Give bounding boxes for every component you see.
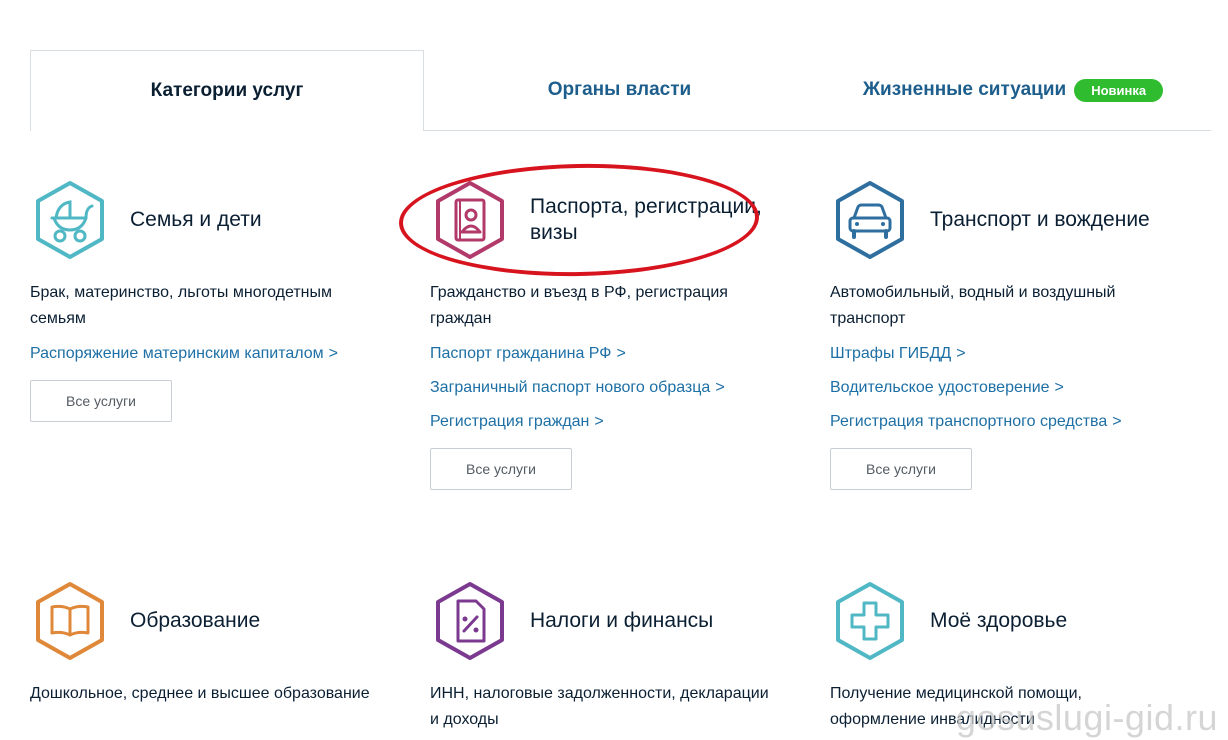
link-label: Регистрация граждан bbox=[430, 413, 590, 430]
card-title-taxes[interactable]: Налоги и финансы bbox=[530, 581, 790, 661]
tab-authorities-label: Органы власти bbox=[547, 79, 692, 100]
chevron-right-icon: > bbox=[616, 345, 626, 362]
all-services-button[interactable]: Все услуги bbox=[30, 380, 172, 422]
all-services-button[interactable]: Все услуги bbox=[430, 448, 572, 490]
link-foreign-passport[interactable]: Заграничный паспорт нового образца > bbox=[430, 378, 790, 398]
medical-cross-icon[interactable] bbox=[830, 581, 910, 661]
link-label: Паспорт гражданина РФ bbox=[430, 345, 612, 362]
chevron-right-icon: > bbox=[328, 345, 339, 362]
car-icon[interactable] bbox=[830, 180, 910, 260]
card-title-transport[interactable]: Транспорт и вождение bbox=[930, 180, 1190, 260]
all-services-button[interactable]: Все услуги bbox=[830, 448, 972, 490]
category-card-family: Семья и дети Брак, материнство, льготы м… bbox=[30, 180, 390, 422]
card-title-family[interactable]: Семья и дети bbox=[130, 180, 390, 260]
tab-life-situations-label: Жизненные ситуации bbox=[862, 79, 1067, 100]
tab-categories-label: Категории услуг bbox=[150, 80, 304, 101]
tab-categories[interactable]: Категории услуг bbox=[30, 50, 424, 131]
card-description: Брак, материнство, льготы многодетным се… bbox=[30, 284, 332, 327]
link-vehicle-registration[interactable]: Регистрация транспортного средства > bbox=[830, 412, 1190, 432]
link-label: Водительское удостоверение bbox=[830, 379, 1050, 396]
chevron-right-icon: > bbox=[956, 345, 966, 362]
stroller-icon[interactable] bbox=[30, 180, 110, 260]
chevron-right-icon: > bbox=[594, 413, 604, 430]
link-label: Регистрация транспортного средства bbox=[830, 413, 1108, 430]
category-card-education: Образование Дошкольное, среднее и высшее… bbox=[30, 581, 390, 707]
card-title-education[interactable]: Образование bbox=[130, 581, 390, 661]
tax-document-icon[interactable] bbox=[430, 581, 510, 661]
category-tabs: Категории услуг Органы власти Жизненные … bbox=[30, 50, 1211, 131]
link-label: Распоряжение материнским капиталом bbox=[30, 345, 324, 362]
link-drivers-license[interactable]: Водительское удостоверение > bbox=[830, 378, 1190, 398]
chevron-right-icon: > bbox=[715, 379, 725, 396]
tab-life-situations[interactable]: Жизненные ситуации Новинка bbox=[815, 50, 1211, 130]
card-description: Дошкольное, среднее и высшее образование bbox=[30, 685, 370, 702]
link-label: Штрафы ГИБДД bbox=[830, 345, 952, 362]
category-card-transport: Транспорт и вождение Автомобильный, водн… bbox=[830, 180, 1190, 490]
book-icon[interactable] bbox=[30, 581, 110, 661]
category-card-taxes: Налоги и финансы ИНН, налоговые задолжен… bbox=[430, 581, 790, 733]
card-description: ИНН, налоговые задолженности, декларации… bbox=[430, 685, 769, 728]
link-traffic-fines[interactable]: Штрафы ГИБДД > bbox=[830, 344, 1190, 364]
watermark: gosuslugi-gid.ru bbox=[955, 697, 1218, 738]
tab-authorities[interactable]: Органы власти bbox=[424, 50, 815, 130]
link-citizen-registration[interactable]: Регистрация граждан > bbox=[430, 412, 790, 432]
link-rf-passport[interactable]: Паспорт гражданина РФ > bbox=[430, 344, 790, 364]
tabs-divider bbox=[423, 130, 1211, 131]
link-label: Заграничный паспорт нового образца bbox=[430, 379, 711, 396]
chevron-right-icon: > bbox=[1112, 413, 1122, 430]
card-title-health[interactable]: Моё здоровье bbox=[930, 581, 1190, 661]
chevron-right-icon: > bbox=[1054, 379, 1064, 396]
new-badge: Новинка bbox=[1074, 78, 1164, 102]
card-description: Автомобильный, водный и воздушный трансп… bbox=[830, 284, 1116, 327]
card-description: Гражданство и въезд в РФ, регистрация гр… bbox=[430, 284, 728, 327]
link-maternity-capital[interactable]: Распоряжение материнским капиталом > bbox=[30, 344, 390, 364]
